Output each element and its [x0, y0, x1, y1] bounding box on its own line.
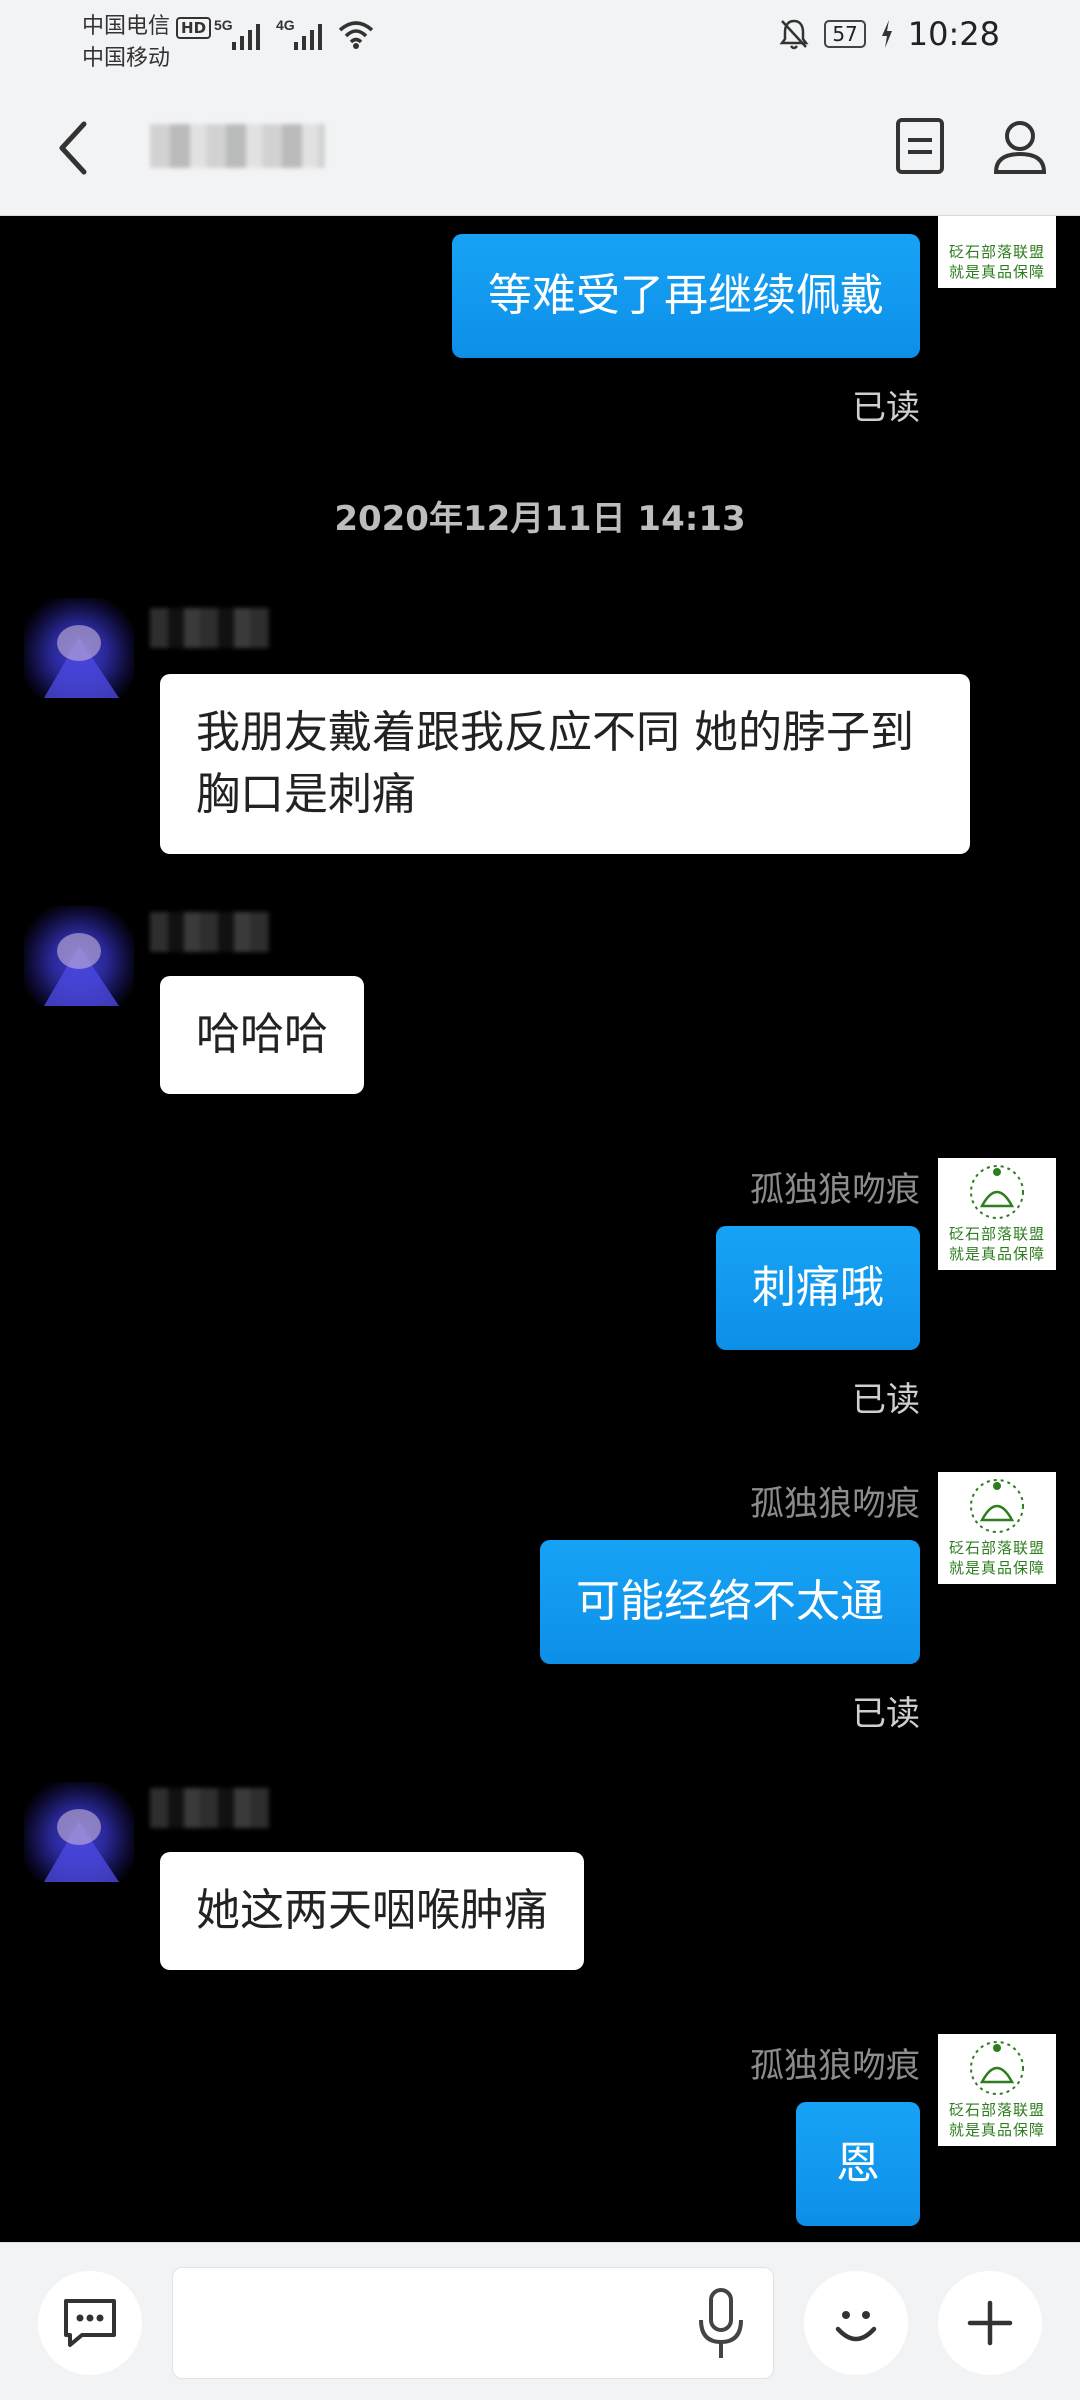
contact-name-blurred: [150, 912, 270, 952]
document-icon: [896, 118, 944, 174]
chat-header: [0, 76, 1080, 216]
chat-bubble-icon: [64, 2299, 116, 2347]
battery-level: 57: [832, 22, 858, 46]
battery-indicator: 57: [824, 20, 866, 48]
read-receipt: 已读: [852, 388, 920, 428]
back-button[interactable]: [44, 112, 104, 184]
message-bubble-incoming[interactable]: 她这两天咽喉肿痛: [160, 1852, 584, 1970]
avatar-logo-line1: 砭石部落联盟: [948, 1539, 1045, 1557]
logo-icon: [970, 2041, 1024, 2095]
carrier-1: 中国电信 HD: [82, 8, 212, 40]
message-timestamp: 2020年12月11日 14:13: [334, 499, 746, 539]
profile-button[interactable]: [990, 116, 1050, 176]
carrier-1-label: 中国电信: [82, 14, 171, 39]
message-bubble-incoming[interactable]: 哈哈哈: [160, 976, 364, 1094]
quick-reply-button[interactable]: [38, 2271, 142, 2375]
message-bubble-outgoing[interactable]: 可能经络不太通: [540, 1540, 920, 1664]
avatar-logo-line1: 砭石部落联盟: [948, 243, 1045, 261]
charging-bolt-icon: [881, 20, 892, 48]
status-right: 57 10:28: [778, 14, 1000, 54]
sender-name: 孤独狼吻痕: [750, 1170, 920, 1210]
avatar-logo-line2: 就是真品保障: [948, 1245, 1045, 1263]
net-2-label: 4G: [276, 17, 295, 33]
contact-avatar-image: [44, 1809, 119, 1882]
plus-icon: [967, 2300, 1013, 2346]
logo-icon: [970, 1165, 1024, 1219]
message-bubble-outgoing[interactable]: 等难受了再继续佩戴: [452, 234, 920, 358]
clock: 10:28: [907, 15, 1000, 53]
smiley-icon: [835, 2311, 877, 2342]
avatar-logo-text: 砭石部落联盟 就是真品保障: [944, 2100, 1050, 2140]
signal-4g-icon: 4G: [276, 17, 322, 50]
contact-name-blurred: [150, 124, 325, 168]
self-avatar[interactable]: 砭石部落联盟 就是真品保障: [938, 216, 1056, 288]
message-bubble-incoming[interactable]: 我朋友戴着跟我反应不同 她的脖子到胸口是刺痛: [160, 674, 970, 854]
message-bubble-outgoing[interactable]: 恩: [796, 2102, 920, 2226]
more-options-button[interactable]: [938, 2271, 1042, 2375]
contact-avatar-image: [44, 625, 119, 698]
contact-avatar[interactable]: [24, 598, 134, 698]
contact-avatar-image: [44, 933, 119, 1006]
carrier-2-label: 中国移动: [82, 46, 171, 71]
mute-bell-icon: [779, 19, 809, 50]
sender-name: 孤独狼吻痕: [750, 1484, 920, 1524]
emoji-button[interactable]: [804, 2271, 908, 2375]
signal-5g-icon: 5G: [214, 17, 260, 50]
read-receipt: 已读: [852, 1694, 920, 1734]
contact-name-blurred: [150, 1788, 270, 1828]
avatar-logo-line1: 砭石部落联盟: [948, 1225, 1045, 1243]
contact-avatar[interactable]: [24, 1782, 134, 1882]
avatar-logo-text: 砭石部落联盟 就是真品保障: [944, 1538, 1050, 1578]
chevron-left-icon: [59, 121, 87, 175]
self-avatar[interactable]: 砭石部落联盟 就是真品保障: [938, 2034, 1056, 2146]
message-bubble-outgoing[interactable]: 刺痛哦: [716, 1226, 920, 1350]
avatar-logo-line2: 就是真品保障: [948, 263, 1045, 281]
sender-name: 孤独狼吻痕: [750, 2046, 920, 2086]
avatar-logo-line2: 就是真品保障: [948, 2121, 1045, 2139]
microphone-icon[interactable]: [691, 2286, 751, 2362]
person-icon: [993, 121, 1047, 174]
message-list[interactable]: 砭石部落联盟 就是真品保障 等难受了再继续佩戴 已读 2020年12月11日 14…: [0, 216, 1080, 2242]
read-receipt: 已读: [852, 1380, 920, 1420]
hd-badge: HD: [176, 17, 212, 39]
message-input-wrapper: [172, 2267, 774, 2379]
wifi-icon: [338, 21, 374, 49]
chat-info-button[interactable]: [890, 116, 950, 176]
self-avatar[interactable]: 砭石部落联盟 就是真品保障: [938, 1158, 1056, 1270]
contact-name-blurred: [150, 608, 270, 648]
avatar-logo-text: 砭石部落联盟 就是真品保障: [944, 1224, 1050, 1264]
net-1-label: 5G: [214, 17, 233, 33]
contact-avatar[interactable]: [24, 906, 134, 1006]
logo-icon: [970, 1479, 1024, 1533]
input-bar: [0, 2242, 1080, 2400]
message-input[interactable]: [193, 2288, 673, 2360]
avatar-logo-line2: 就是真品保障: [948, 1559, 1045, 1577]
self-avatar[interactable]: 砭石部落联盟 就是真品保障: [938, 1472, 1056, 1584]
avatar-logo-text: 砭石部落联盟 就是真品保障: [944, 242, 1050, 282]
avatar-logo-line1: 砭石部落联盟: [948, 2101, 1045, 2119]
status-bar: 中国电信 HD 中国移动 5G 4G 57 10:28: [0, 0, 1080, 76]
